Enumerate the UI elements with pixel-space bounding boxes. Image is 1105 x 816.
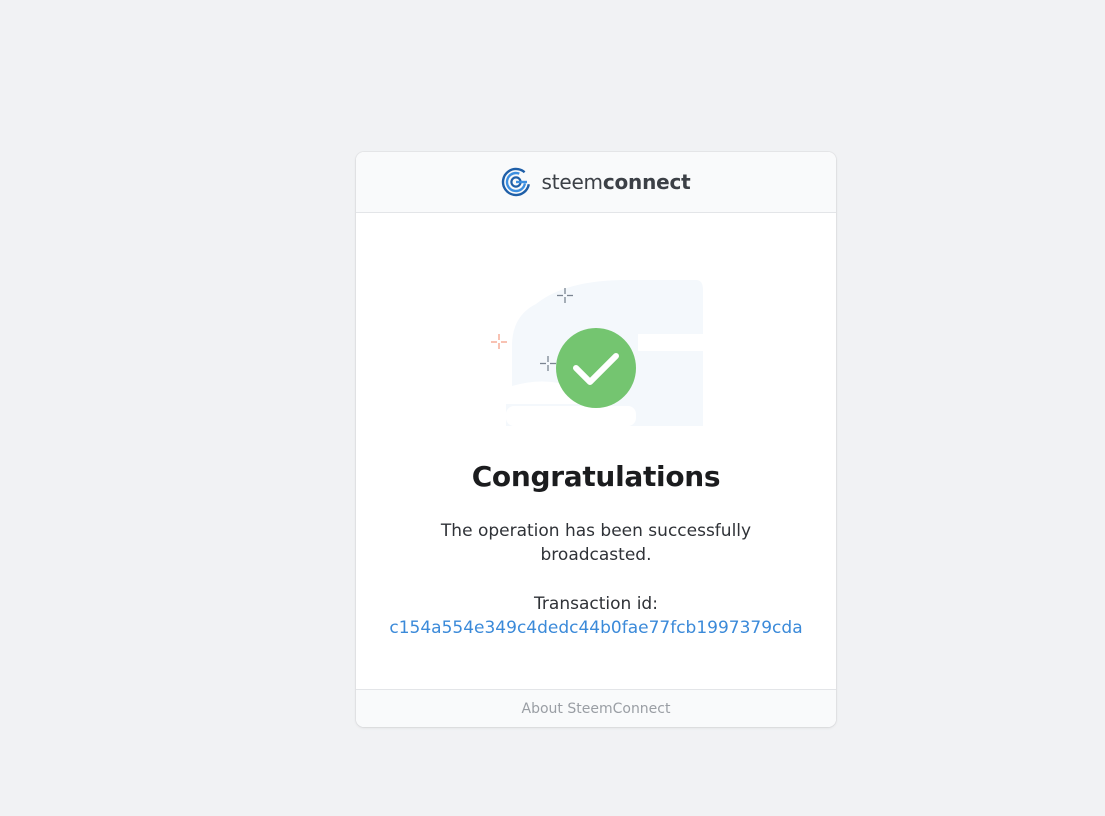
card-header: steemconnect <box>356 152 836 213</box>
brand-light: steem <box>541 170 603 194</box>
brand-bold: connect <box>602 170 691 194</box>
success-card: steemconnect Congratulations The operati… <box>356 152 836 727</box>
transaction-id-link[interactable]: c154a554e349c4dedc44b0fae77fcb1997379cda <box>356 616 836 640</box>
brand-name: steemconnect <box>541 170 690 194</box>
transaction-label: Transaction id: <box>534 594 658 614</box>
page-title: Congratulations <box>471 460 721 493</box>
card-footer: About SteemConnect <box>356 689 836 727</box>
about-link[interactable]: About SteemConnect <box>522 701 671 717</box>
steemconnect-logo-icon <box>502 167 531 197</box>
success-check-icon <box>556 328 636 408</box>
sparkle-icon <box>491 334 507 349</box>
success-illustration <box>491 280 703 426</box>
success-message: The operation has been successfully broa… <box>440 521 752 565</box>
